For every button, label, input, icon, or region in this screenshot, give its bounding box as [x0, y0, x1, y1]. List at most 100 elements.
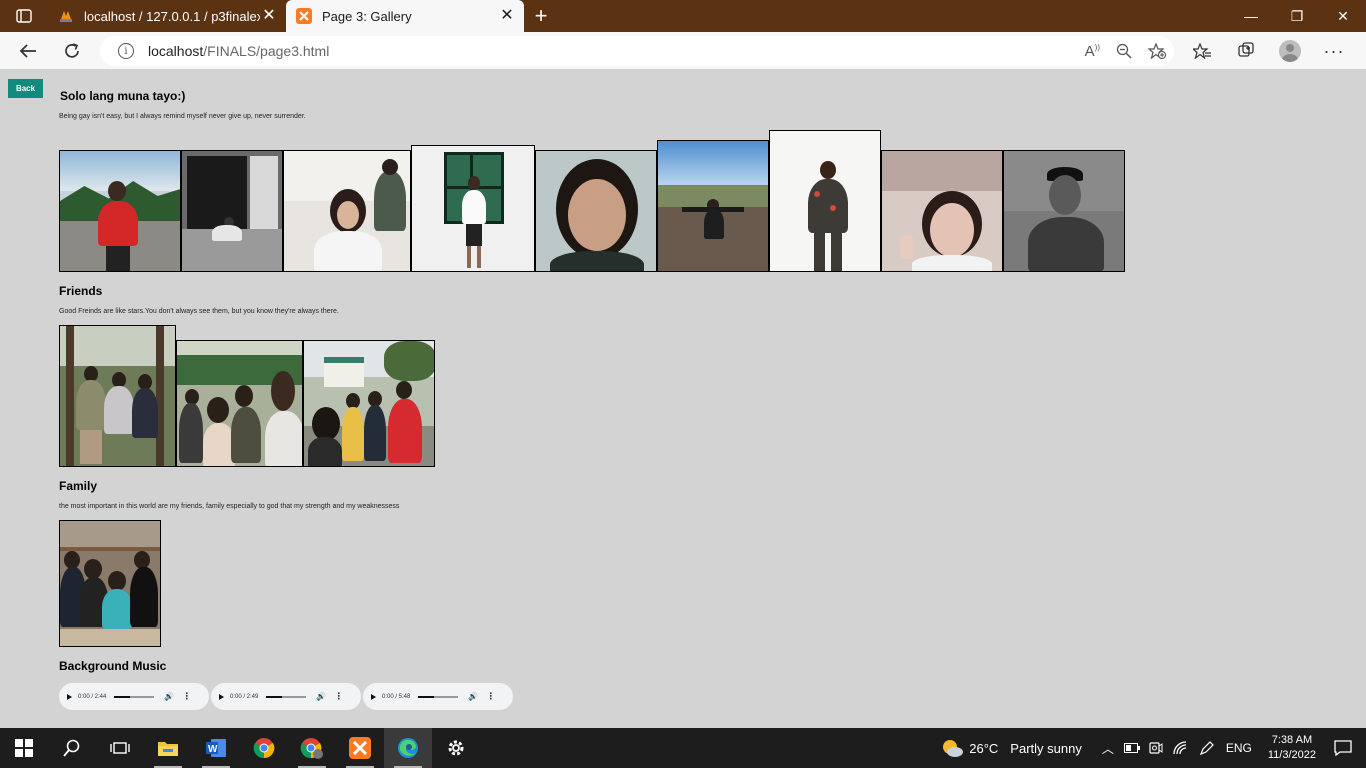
audio-time: 0:00 / 5:48 — [382, 693, 411, 700]
task-view-button[interactable] — [96, 728, 144, 768]
tab-strip: localhost / 127.0.0.1 / p3finalexam ✕ Pa… — [0, 0, 1366, 32]
profile-button[interactable] — [1268, 32, 1312, 70]
word-button[interactable]: W — [192, 728, 240, 768]
start-button[interactable] — [0, 728, 48, 768]
chrome-profile-button[interactable] — [288, 728, 336, 768]
settings-button[interactable] — [432, 728, 480, 768]
partly-sunny-icon[interactable] — [941, 738, 964, 758]
gallery-photo[interactable] — [303, 340, 435, 467]
gallery-photo[interactable] — [283, 150, 411, 272]
minimize-icon[interactable]: — — [1228, 0, 1274, 32]
gallery-photo[interactable] — [657, 140, 769, 272]
xampp-icon — [349, 737, 371, 759]
back-button[interactable]: Back — [8, 79, 43, 98]
address-bar[interactable]: i localhost/FINALS/page3.html A)) — [100, 36, 1174, 66]
add-favorite-icon[interactable] — [1148, 43, 1166, 59]
collections-button[interactable] — [1224, 32, 1268, 70]
audio-player[interactable]: 0:00 / 2:49 🔊 ⋮ — [211, 683, 361, 710]
gallery-photo[interactable] — [59, 325, 176, 467]
more-dots-icon: ··· — [1323, 40, 1345, 61]
gallery-photo[interactable] — [59, 150, 181, 272]
gallery-photo[interactable] — [535, 150, 657, 272]
tab-close-icon[interactable]: ✕ — [260, 8, 278, 24]
show-hidden-icons-icon[interactable]: ︿ — [1102, 740, 1114, 757]
clock-date: 11/3/2022 — [1267, 749, 1316, 761]
new-tab-button[interactable]: + — [524, 0, 558, 32]
favorites-button[interactable] — [1180, 32, 1224, 70]
browser-toolbar: i localhost/FINALS/page3.html A)) ··· — [0, 32, 1366, 70]
close-window-icon[interactable]: ✕ — [1320, 0, 1366, 32]
refresh-icon — [65, 42, 79, 58]
file-explorer-button[interactable] — [144, 728, 192, 768]
language-indicator[interactable]: ENG — [1226, 741, 1252, 755]
gallery-photo[interactable] — [181, 150, 283, 272]
folder-icon — [158, 742, 178, 756]
chrome-profile-icon — [300, 738, 323, 759]
gallery-photo[interactable] — [881, 150, 1003, 272]
toolbar-right: ··· — [1180, 32, 1356, 70]
play-icon[interactable] — [371, 693, 376, 700]
play-icon[interactable] — [219, 693, 224, 700]
zoom-out-icon[interactable] — [1116, 43, 1132, 59]
tab-phpmyadmin[interactable]: localhost / 127.0.0.1 / p3finalexam ✕ — [48, 0, 286, 32]
notifications-icon[interactable] — [1334, 740, 1352, 756]
collections-icon — [1238, 42, 1254, 57]
tab-gallery[interactable]: Page 3: Gallery ✕ — [286, 0, 524, 32]
weather-temp[interactable]: 26°C — [969, 741, 998, 756]
more-options-icon[interactable]: ⋮ — [182, 691, 191, 702]
play-icon[interactable] — [67, 693, 72, 700]
gear-icon — [448, 740, 464, 756]
tab-actions-icon — [16, 9, 32, 23]
audio-time: 0:00 / 2:49 — [230, 693, 259, 700]
volume-icon[interactable]: 🔊 — [164, 692, 174, 701]
refresh-button[interactable] — [50, 32, 94, 70]
tab-actions-button[interactable] — [0, 0, 48, 32]
section-heading-music: Background Music — [59, 659, 167, 673]
chrome-icon — [253, 738, 275, 759]
battery-icon[interactable] — [1123, 743, 1140, 753]
restore-icon[interactable]: ❐ — [1274, 0, 1320, 32]
more-options-icon[interactable]: ⋮ — [334, 691, 343, 702]
tab-title: Page 3: Gallery — [322, 8, 412, 24]
weather-condition[interactable]: Partly sunny — [1010, 741, 1082, 756]
url-text[interactable]: localhost/FINALS/page3.html — [148, 43, 329, 59]
favorites-icon — [1193, 43, 1211, 59]
clock[interactable]: 7:38 AM 11/3/2022 — [1268, 733, 1316, 763]
phpmyadmin-icon — [60, 11, 72, 22]
section-heading-solo: Solo lang muna tayo:) — [60, 89, 186, 103]
read-aloud-icon[interactable]: A)) — [1085, 43, 1100, 60]
section-text-friends: Good Freinds are like stars.You don't al… — [59, 308, 339, 315]
volume-icon[interactable]: 🔊 — [468, 692, 478, 701]
audio-player[interactable]: 0:00 / 5:48 🔊 ⋮ — [363, 683, 513, 710]
more-options-icon[interactable]: ⋮ — [486, 691, 495, 702]
back-nav-button[interactable] — [6, 32, 50, 70]
volume-icon[interactable]: 🔊 — [316, 692, 326, 701]
xampp-button[interactable] — [336, 728, 384, 768]
gallery-photo[interactable] — [769, 130, 881, 272]
gallery-photo[interactable] — [1003, 150, 1125, 272]
chrome-button[interactable] — [240, 728, 288, 768]
pen-icon[interactable] — [1199, 740, 1215, 756]
section-text-solo: Being gay isn't easy, but I always remin… — [59, 113, 306, 120]
gallery-photo[interactable] — [59, 520, 161, 647]
section-text-family: the most important in this world are my … — [59, 503, 400, 510]
gallery-photo[interactable] — [176, 340, 303, 467]
settings-more-button[interactable]: ··· — [1312, 32, 1356, 70]
wifi-icon[interactable] — [1173, 741, 1189, 755]
tab-close-icon[interactable]: ✕ — [498, 8, 516, 24]
audio-player[interactable]: 0:00 / 2:44 🔊 ⋮ — [59, 683, 209, 710]
task-view-icon — [110, 742, 130, 754]
profile-avatar-icon — [1279, 40, 1301, 62]
audio-progress-slider[interactable] — [266, 695, 307, 698]
arrow-left-icon — [19, 43, 36, 58]
edge-button[interactable] — [384, 728, 432, 768]
audio-progress-slider[interactable] — [418, 695, 459, 698]
window-controls: — ❐ ✕ — [1228, 0, 1366, 32]
gallery-photo[interactable] — [411, 145, 535, 272]
svg-text:W: W — [208, 744, 218, 755]
search-button[interactable] — [48, 728, 96, 768]
info-icon[interactable]: i — [118, 43, 134, 59]
meet-now-icon[interactable] — [1149, 741, 1163, 755]
system-tray: 26°C Partly sunny ︿ ENG 7:38 AM 11/3/202… — [941, 728, 1366, 768]
audio-progress-slider[interactable] — [114, 695, 155, 698]
